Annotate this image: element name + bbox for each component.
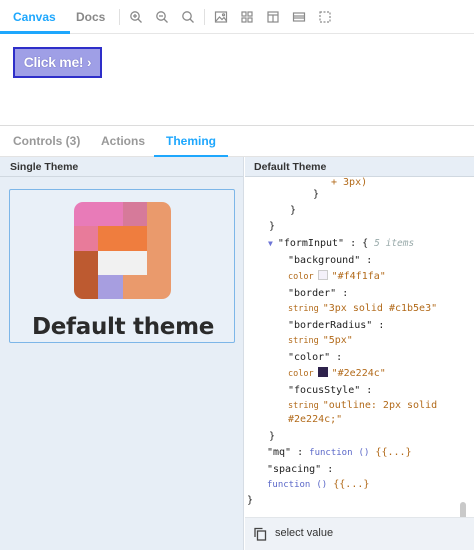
- type-label: function: [309, 448, 353, 458]
- tab-controls[interactable]: Controls (3): [13, 126, 80, 157]
- item-count: 5 items: [374, 238, 415, 249]
- click-me-button[interactable]: Click me! ›: [13, 47, 102, 78]
- type-label: color: [288, 272, 314, 282]
- signature: (): [358, 448, 370, 458]
- key-label: "borderRadius": [288, 320, 373, 331]
- value-text: + 3px): [331, 177, 368, 188]
- value-text: "5px": [322, 335, 353, 346]
- grid-icon[interactable]: [240, 10, 254, 24]
- value-text: "outline: 2px solid: [322, 400, 438, 411]
- key-label: "formInput": [277, 238, 345, 249]
- toolbar-divider: [119, 9, 120, 25]
- theme-name: Default theme: [31, 314, 215, 340]
- tab-actions[interactable]: Actions: [101, 126, 145, 157]
- value-row[interactable]: string "outline: 2px solid: [288, 400, 437, 411]
- value-row[interactable]: string "5px": [288, 335, 353, 346]
- brace: }: [269, 431, 276, 442]
- brace: }: [313, 189, 320, 200]
- zoom-in-icon[interactable]: [129, 10, 143, 24]
- value-text: "#2e224c": [331, 368, 386, 379]
- value-text: "3px solid #c1b5e3": [322, 303, 438, 314]
- color-swatch: [317, 270, 328, 280]
- theme-list-pane: Single Theme Default theme: [0, 157, 244, 550]
- value-row[interactable]: color "#2e224c": [288, 367, 386, 379]
- theme-object-inspector[interactable]: + 3px) } } } ▼ "formInput" : { 5 items "b…: [245, 177, 474, 517]
- key-label: "spacing": [267, 464, 322, 475]
- type-label: color: [288, 369, 314, 379]
- type-label: string: [288, 336, 319, 346]
- copy-icon[interactable]: [253, 527, 267, 541]
- color-swatch: [317, 367, 328, 377]
- caret-down-icon[interactable]: ▼: [268, 239, 273, 248]
- brace: }: [290, 205, 297, 216]
- tab-theming[interactable]: Theming: [154, 126, 228, 158]
- value-text: "#f4f1fa": [331, 271, 386, 282]
- zoom-reset-icon[interactable]: [181, 10, 195, 24]
- collapsed-body[interactable]: {{...}: [333, 479, 369, 490]
- brace: }: [269, 221, 276, 232]
- tree-node-mq[interactable]: "mq" : function () {{...}: [267, 447, 412, 458]
- select-value-bar[interactable]: select value: [245, 517, 474, 550]
- key-label: "mq": [267, 447, 292, 458]
- signature: (): [316, 480, 328, 490]
- key-label: "border": [288, 288, 337, 299]
- background-icon[interactable]: [214, 10, 228, 24]
- tab-canvas[interactable]: Canvas: [0, 0, 70, 34]
- preview-toolbar: Canvas Docs: [0, 0, 474, 34]
- addon-tabbar: Controls (3) Actions Theming: [0, 126, 474, 158]
- type-label: function: [267, 480, 311, 490]
- key-label: "focusStyle": [288, 385, 361, 396]
- value-row[interactable]: string "3px solid #c1b5e3": [288, 303, 437, 314]
- theme-logo: [74, 202, 171, 299]
- type-label: string: [288, 401, 319, 411]
- tree-node-spacing[interactable]: function () {{...}: [267, 479, 369, 490]
- tree-node-forminput[interactable]: ▼ "formInput" : { 5 items: [268, 238, 414, 249]
- viewport-icon[interactable]: [266, 10, 280, 24]
- theme-detail-header: Default Theme: [245, 157, 474, 177]
- theme-list-header: Single Theme: [0, 157, 243, 177]
- brace: }: [247, 495, 254, 506]
- select-value-label: select value: [275, 527, 334, 539]
- theme-detail-pane: Default Theme + 3px) } } } ▼ "formInput" …: [245, 157, 474, 550]
- zoom-out-icon[interactable]: [155, 10, 169, 24]
- collapsed-body[interactable]: {{...}: [375, 447, 411, 458]
- value-text: #2e224c;": [288, 414, 343, 425]
- canvas-preview: Click me! ›: [0, 35, 474, 125]
- outline-icon[interactable]: [318, 10, 332, 24]
- key-label: "color": [288, 352, 331, 363]
- vertical-scrollbar[interactable]: [460, 502, 466, 517]
- value-row[interactable]: color "#f4f1fa": [288, 270, 386, 282]
- measure-icon[interactable]: [292, 10, 306, 24]
- toolbar-divider: [204, 9, 205, 25]
- theme-card[interactable]: Default theme: [9, 189, 235, 343]
- type-label: string: [288, 304, 319, 314]
- key-label: "background": [288, 255, 361, 266]
- tab-docs[interactable]: Docs: [76, 0, 105, 34]
